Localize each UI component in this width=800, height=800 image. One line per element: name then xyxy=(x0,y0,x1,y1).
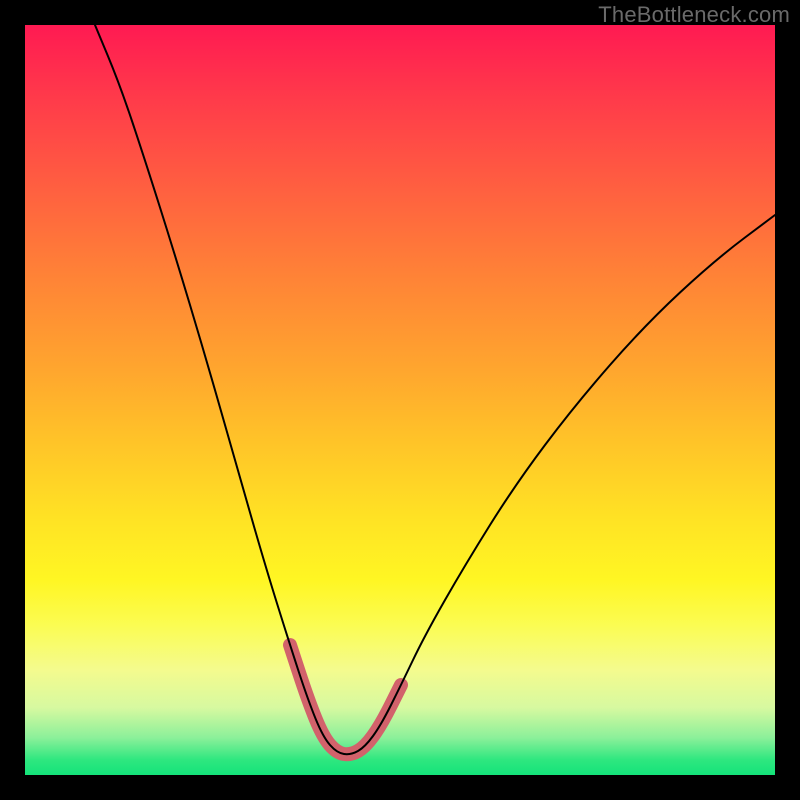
plot-area xyxy=(25,25,775,775)
bottleneck-curve xyxy=(95,25,775,754)
optimal-highlight-curve xyxy=(290,645,401,754)
chart-stage: TheBottleneck.com xyxy=(0,0,800,800)
curve-layer xyxy=(25,25,775,775)
